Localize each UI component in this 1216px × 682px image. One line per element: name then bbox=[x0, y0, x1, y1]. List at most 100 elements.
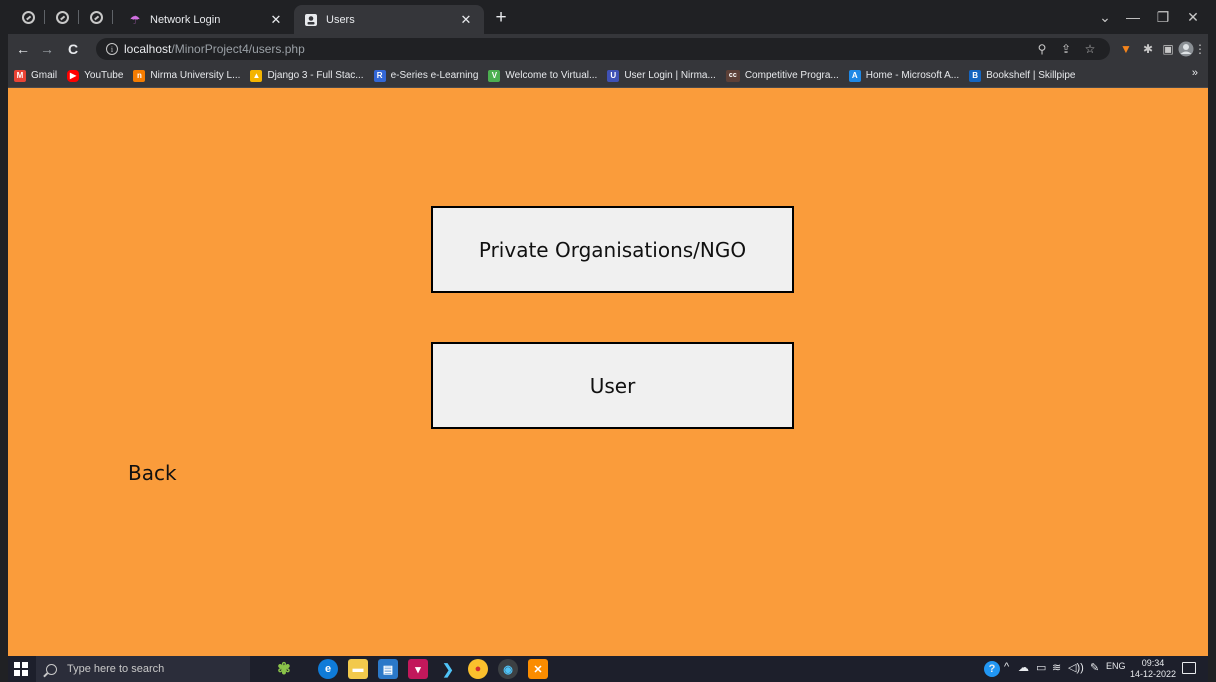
back-link[interactable]: Back bbox=[128, 461, 177, 485]
notifications-icon[interactable] bbox=[1182, 662, 1196, 674]
maximize-button[interactable]: ❐ bbox=[1148, 6, 1178, 28]
extensions-puzzle-icon[interactable]: ✱ bbox=[1138, 40, 1158, 58]
eseries-icon: R bbox=[373, 69, 386, 82]
globe-icon bbox=[55, 10, 69, 24]
microsoft-store-icon[interactable]: ▤ bbox=[378, 659, 398, 679]
close-window-button[interactable]: ✕ bbox=[1178, 6, 1208, 28]
pinned-tab-1[interactable] bbox=[18, 7, 38, 27]
info-icon[interactable]: i bbox=[106, 43, 118, 55]
bookshelf-icon: B bbox=[969, 69, 982, 82]
pen-icon[interactable]: ✎ bbox=[1090, 661, 1099, 674]
url-path: /MinorProject4/users.php bbox=[171, 42, 305, 56]
zoom-icon[interactable]: ⚲ bbox=[1032, 40, 1052, 58]
globe-icon bbox=[89, 10, 103, 24]
file-explorer-icon[interactable]: ▬ bbox=[348, 659, 368, 679]
bookmark-label: Gmail bbox=[31, 70, 58, 81]
pinned-tab-3[interactable] bbox=[86, 7, 106, 27]
windows-start-icon[interactable] bbox=[14, 662, 28, 676]
xampp-icon[interactable]: ✕ bbox=[528, 659, 548, 679]
bookmark-star-icon[interactable]: ☆ bbox=[1080, 40, 1100, 58]
share-icon[interactable]: ⇪ bbox=[1056, 40, 1076, 58]
bookmark-microsoft[interactable]: A Home - Microsoft A... bbox=[848, 69, 960, 82]
bookmark-label: Home - Microsoft A... bbox=[865, 70, 960, 81]
chrome-icon[interactable]: ● bbox=[468, 659, 488, 679]
tab-separator bbox=[78, 10, 79, 24]
user-login-icon: U bbox=[607, 69, 620, 82]
search-icon bbox=[46, 663, 57, 675]
globe-icon bbox=[21, 10, 35, 24]
tab-separator bbox=[112, 10, 113, 24]
bookmark-nirma-university[interactable]: n Nirma University L... bbox=[133, 69, 241, 82]
tab-network-login[interactable]: ☂ Network Login ✕ bbox=[118, 5, 294, 34]
close-tab-icon[interactable]: ✕ bbox=[268, 12, 284, 28]
clock-time: 09:34 bbox=[1141, 658, 1165, 668]
address-bar[interactable]: i localhost /MinorProject4/users.php bbox=[96, 38, 1110, 60]
bookmark-gmail[interactable]: M Gmail bbox=[14, 69, 58, 82]
menu-kebab-icon[interactable]: ⋮ bbox=[1194, 40, 1206, 58]
cloud-sync-icon[interactable]: ☁ bbox=[1018, 661, 1029, 674]
bookmark-label: e-Series e-Learning bbox=[390, 70, 479, 81]
private-organisations-ngo-button[interactable]: Private Organisations/NGO bbox=[431, 206, 794, 293]
bookmark-label: User Login | Nirma... bbox=[624, 70, 716, 81]
pinned-tab-2[interactable] bbox=[52, 7, 72, 27]
codechef-icon: cc bbox=[725, 69, 740, 82]
taskbar-search-box[interactable]: Type here to search bbox=[36, 656, 250, 682]
bookmarks-bar: M Gmail ▶ YouTube n Nirma University L... ▲… bbox=[8, 64, 1208, 88]
bookmark-django[interactable]: ▲ Django 3 - Full Stac... bbox=[250, 69, 364, 82]
drive-icon: ▲ bbox=[250, 69, 263, 82]
minimize-button[interactable]: — bbox=[1118, 6, 1148, 28]
show-hidden-icons-icon[interactable]: ^ bbox=[1004, 661, 1009, 673]
windows-taskbar: Type here to search ✾ e ▬ ▤ ▾ ❯ ● ◉ ✕ ? … bbox=[8, 656, 1208, 682]
browser-window: ☂ Network Login ✕ Users ✕ + ⌄ — ❐ ✕ ← → … bbox=[8, 0, 1208, 682]
back-arrow-button[interactable]: ← bbox=[12, 38, 34, 60]
side-panel-icon[interactable]: ▣ bbox=[1158, 40, 1178, 58]
tab-users[interactable]: Users ✕ bbox=[294, 5, 484, 34]
language-indicator[interactable]: ENG bbox=[1106, 661, 1126, 671]
bookmark-label: Bookshelf | Skillpipe bbox=[986, 70, 1076, 81]
edge-browser-icon[interactable]: e bbox=[318, 659, 338, 679]
page-content: Private Organisations/NGO User Back bbox=[8, 88, 1208, 656]
bookmarks-overflow-button[interactable]: » bbox=[1192, 67, 1198, 79]
tab-search-button[interactable]: ⌄ bbox=[1090, 6, 1120, 28]
bamboo-widget-icon[interactable]: ✾ bbox=[266, 659, 302, 679]
forward-arrow-button[interactable]: → bbox=[36, 38, 58, 60]
bookmark-bookshelf[interactable]: B Bookshelf | Skillpipe bbox=[969, 69, 1076, 82]
wifi-icon[interactable]: ≋ bbox=[1052, 661, 1061, 674]
user-button[interactable]: User bbox=[431, 342, 794, 429]
umbrella-icon: ☂ bbox=[129, 12, 141, 27]
taskbar-clock[interactable]: 09:34 14-12-2022 bbox=[1130, 658, 1176, 680]
nirma-icon: n bbox=[133, 69, 146, 82]
reload-button[interactable]: C bbox=[62, 38, 84, 60]
bookmark-label: YouTube bbox=[84, 70, 124, 81]
tab-separator bbox=[44, 10, 45, 24]
bookmark-youtube[interactable]: ▶ YouTube bbox=[67, 69, 124, 82]
azure-icon: A bbox=[848, 69, 861, 82]
virtual-lab-icon: V bbox=[488, 69, 501, 82]
browser-toolbar: ← → C i localhost /MinorProject4/users.p… bbox=[8, 34, 1208, 64]
vscode-like-app-icon[interactable]: ▾ bbox=[408, 659, 428, 679]
url-host: localhost bbox=[124, 42, 172, 56]
close-tab-icon[interactable]: ✕ bbox=[458, 12, 474, 28]
bookmark-competitive-programming[interactable]: cc Competitive Progra... bbox=[725, 69, 839, 82]
new-tab-button[interactable]: + bbox=[490, 7, 512, 29]
metamask-extension-icon[interactable]: ▼ bbox=[1116, 40, 1136, 58]
profile-avatar-icon[interactable] bbox=[1176, 40, 1196, 58]
bookmark-label: Nirma University L... bbox=[150, 70, 241, 81]
bookmark-label: Django 3 - Full Stac... bbox=[267, 70, 364, 81]
bookmark-label: Competitive Progra... bbox=[744, 70, 839, 81]
search-placeholder: Type here to search bbox=[67, 663, 165, 675]
gmail-icon: M bbox=[14, 69, 26, 82]
bookmark-eseries[interactable]: Re-Series e-Learning bbox=[373, 69, 479, 82]
vscode-icon[interactable]: ❯ bbox=[438, 659, 458, 679]
volume-icon[interactable]: ◁)) bbox=[1068, 661, 1084, 674]
users-page-icon bbox=[304, 13, 318, 27]
bookmark-user-login[interactable]: U User Login | Nirma... bbox=[607, 69, 716, 82]
bookmark-virtual[interactable]: V Welcome to Virtual... bbox=[488, 69, 598, 82]
chrome-profile-icon[interactable]: ◉ bbox=[498, 659, 518, 679]
bookmark-label: Welcome to Virtual... bbox=[505, 70, 598, 81]
tab-strip: ☂ Network Login ✕ Users ✕ + ⌄ — ❐ ✕ bbox=[8, 0, 1208, 34]
battery-icon[interactable]: ▭ bbox=[1036, 661, 1046, 674]
help-icon[interactable]: ? bbox=[984, 661, 1000, 677]
tab-title: Network Login bbox=[150, 13, 221, 26]
youtube-icon: ▶ bbox=[67, 69, 80, 82]
